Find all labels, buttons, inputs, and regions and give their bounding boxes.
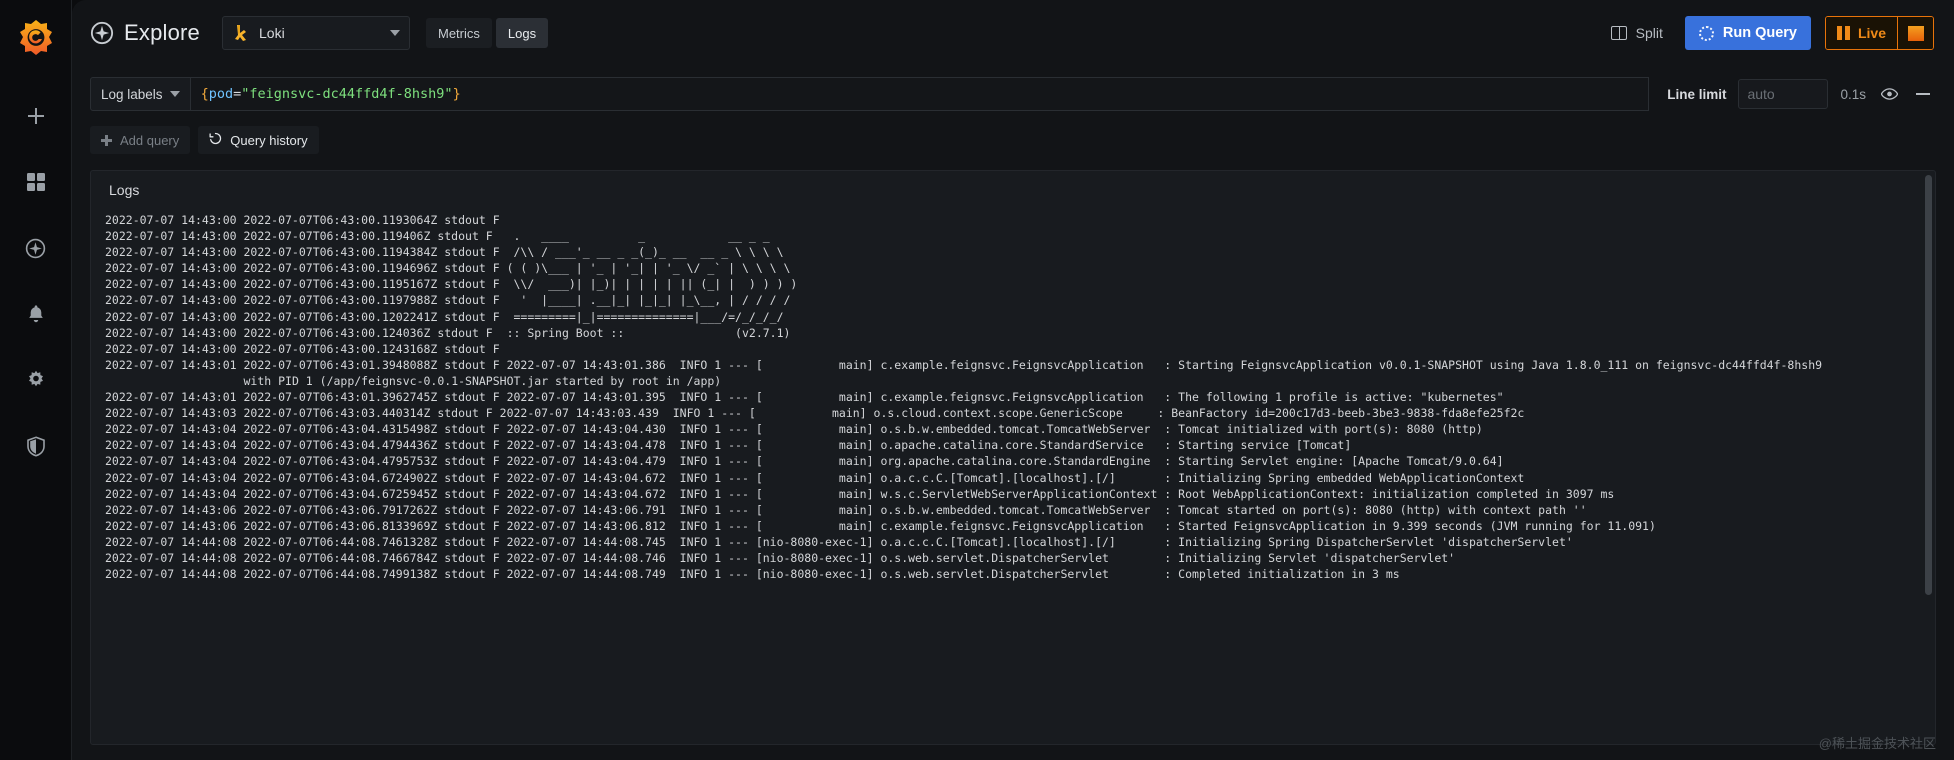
line-limit-group: Line limit 0.1s [1667,79,1934,109]
log-row[interactable]: 2022-07-07 14:43:06 2022-07-07T06:43:06.… [91,502,1921,518]
run-query-label: Run Query [1722,25,1797,41]
server-admin-shield-icon[interactable] [14,424,58,468]
split-panes-icon [1610,26,1627,40]
explore-toolbar: Explore Loki Metrics Logs Split Run Quer… [72,0,1954,66]
line-limit-label: Line limit [1667,86,1727,102]
chevron-down-icon [169,91,180,97]
log-row[interactable]: 2022-07-07 14:43:03 2022-07-07T06:43:03.… [91,405,1921,421]
alerting-bell-icon[interactable] [14,292,58,336]
query-editor-row: Log labels {pod = "feignsvc-dc44ffd4f-8hsh… [90,72,1934,116]
log-row[interactable]: 2022-07-07 14:43:04 2022-07-07T06:43:04.… [91,421,1921,437]
split-button[interactable]: Split [1601,17,1673,49]
logs-panel: Logs 2022-07-07 14:43:00 2022-07-07T06:4… [90,170,1936,745]
expr-label-value: "feignsvc-dc44ffd4f-8hsh9" [241,86,453,102]
live-tailing-group: Live [1824,16,1934,50]
explore-compass-icon [90,21,114,45]
grafana-logo[interactable] [14,16,58,60]
log-row[interactable]: 2022-07-07 14:43:00 2022-07-07T06:43:00.… [91,276,1921,292]
refresh-interval-label: 0.1s [1840,86,1866,102]
expr-brace-open: { [200,86,209,102]
expr-label-key: pod [208,86,234,102]
tab-metrics[interactable]: Metrics [426,18,492,48]
logs-body: 2022-07-07 14:43:00 2022-07-07T06:43:00.… [91,212,1935,740]
log-row[interactable]: 2022-07-07 14:43:00 2022-07-07T06:43:00.… [91,228,1921,244]
loading-spinner-icon [1698,25,1714,41]
collapse-minus-icon[interactable] [1912,83,1934,105]
configuration-gear-icon[interactable] [14,358,58,402]
pause-icon [1836,26,1850,40]
logs-panel-title: Logs [109,182,140,198]
log-row[interactable]: 2022-07-07 14:43:04 2022-07-07T06:43:04.… [91,486,1921,502]
explore-compass-icon[interactable] [14,226,58,270]
tab-logs[interactable]: Logs [495,18,549,48]
log-row[interactable]: 2022-07-07 14:43:00 2022-07-07T06:43:00.… [91,212,1921,228]
expr-equals: = [233,86,242,102]
eye-icon[interactable] [1878,83,1900,105]
query-history-button[interactable]: Query history [198,126,319,154]
log-row[interactable]: 2022-07-07 14:43:00 2022-07-07T06:43:00.… [91,309,1921,325]
add-icon[interactable] [14,94,58,138]
logs-scrollbar-thumb[interactable] [1925,175,1932,595]
query-mode-tabs: Metrics Logs [426,18,549,48]
query-history-label: Query history [230,132,308,148]
live-pause-button[interactable]: Live [1825,17,1897,49]
log-row[interactable]: 2022-07-07 14:44:08 2022-07-07T06:44:08.… [91,534,1921,550]
expr-brace-close: } [452,86,461,102]
log-row[interactable]: 2022-07-07 14:43:00 2022-07-07T06:43:00.… [91,325,1921,341]
explore-title-group: Explore [90,20,200,46]
logs-scrollbar-track[interactable] [1925,175,1932,740]
log-labels-label: Log labels [101,86,163,102]
log-labels-button[interactable]: Log labels [90,77,191,111]
chevron-down-icon [390,30,400,36]
watermark-text: @稀土掘金技术社区 [1818,736,1936,751]
query-expression-input[interactable]: {pod = "feignsvc-dc44ffd4f-8hsh9"} [190,77,1650,111]
page-title: Explore [124,20,200,45]
log-rows-container[interactable]: 2022-07-07 14:43:00 2022-07-07T06:43:00.… [91,212,1921,740]
run-query-button[interactable]: Run Query [1684,16,1811,50]
log-row[interactable]: 2022-07-07 14:43:00 2022-07-07T06:43:00.… [91,244,1921,260]
left-nav-rail [0,0,72,760]
datasource-picker[interactable]: Loki [222,16,410,50]
loki-logo-icon [232,24,250,42]
main-content: Explore Loki Metrics Logs Split Run Quer… [72,0,1954,760]
log-row[interactable]: 2022-07-07 14:43:04 2022-07-07T06:43:04.… [91,453,1921,469]
stop-square-icon [1907,25,1924,41]
log-row[interactable]: 2022-07-07 14:43:00 2022-07-07T06:43:00.… [91,260,1921,276]
datasource-name: Loki [259,25,285,41]
log-row[interactable]: 2022-07-07 14:43:00 2022-07-07T06:43:00.… [91,292,1921,308]
add-query-label: Add query [120,132,180,148]
log-row[interactable]: 2022-07-07 14:43:01 2022-07-07T06:43:01.… [91,389,1921,405]
live-button-label: Live [1857,25,1886,41]
history-icon [209,132,222,148]
query-actions-row: Add query Query history [90,124,1954,156]
log-row[interactable]: 2022-07-07 14:43:00 2022-07-07T06:43:00.… [91,341,1921,357]
grafana-explore-page: Explore Loki Metrics Logs Split Run Quer… [0,0,1954,760]
log-row[interactable]: 2022-07-07 14:44:08 2022-07-07T06:44:08.… [91,566,1921,582]
split-button-label: Split [1635,25,1663,41]
live-stop-button[interactable] [1897,17,1933,49]
log-row[interactable]: 2022-07-07 14:43:01 2022-07-07T06:43:01.… [91,357,1921,389]
log-row[interactable]: 2022-07-07 14:43:04 2022-07-07T06:43:04.… [91,470,1921,486]
line-limit-input[interactable] [1738,79,1829,109]
log-row[interactable]: 2022-07-07 14:44:08 2022-07-07T06:44:08.… [91,550,1921,566]
dashboards-icon[interactable] [14,160,58,204]
add-query-button[interactable]: Add query [90,126,191,154]
log-row[interactable]: 2022-07-07 14:43:06 2022-07-07T06:43:06.… [91,518,1921,534]
log-row[interactable]: 2022-07-07 14:43:04 2022-07-07T06:43:04.… [91,437,1921,453]
plus-icon [101,134,112,146]
